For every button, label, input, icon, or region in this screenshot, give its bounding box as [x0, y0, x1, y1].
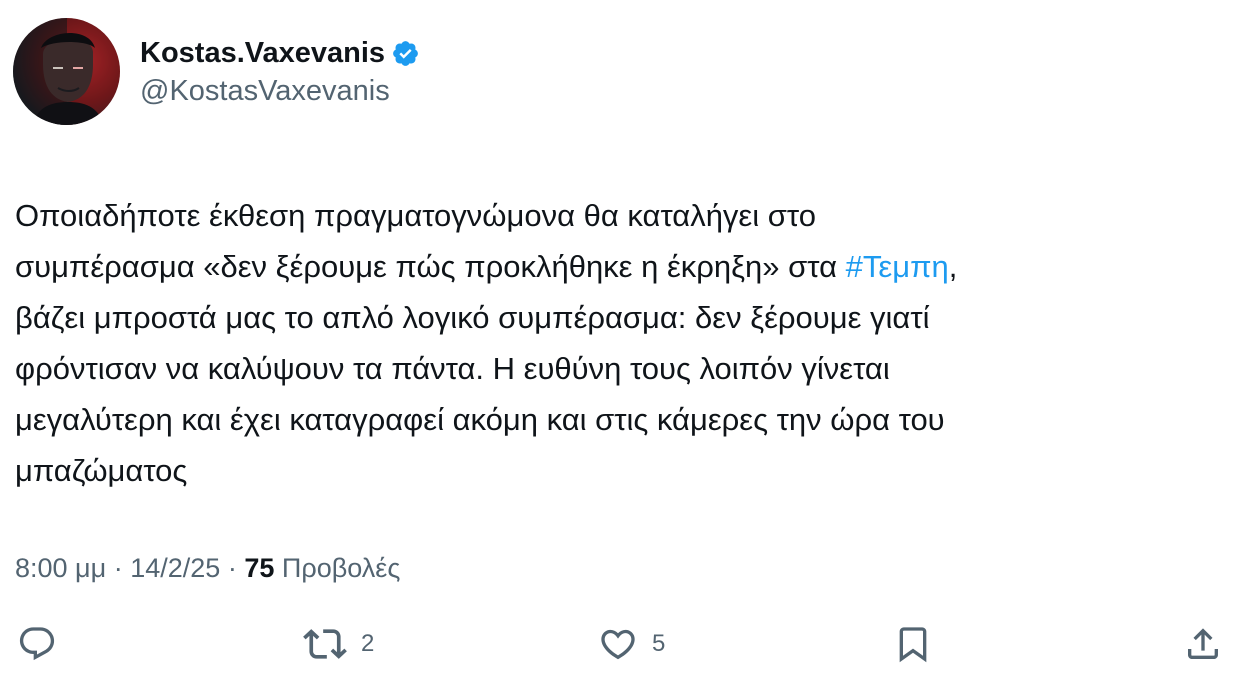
heart-icon — [601, 629, 635, 660]
tweet-line-text: συμπέρασμα «δεν ξέρουμε πώς προκλήθηκε η… — [15, 249, 846, 284]
reply-icon — [19, 627, 55, 661]
hashtag-link[interactable]: #Τεμπη — [846, 249, 949, 284]
tweet-meta: 8:00 μμ · 14/2/25 · 75 Προβολές — [15, 548, 400, 588]
hashtag-punctuation: , — [948, 249, 958, 284]
like-count: 5 — [652, 630, 666, 657]
retweet-count: 2 — [361, 630, 375, 657]
meta-separator: · — [113, 553, 123, 583]
display-name[interactable]: Kostas.Vaxevanis — [140, 37, 385, 70]
tweet-line: μεγαλύτερη και έχει καταγραφεί ακόμη και… — [15, 402, 945, 437]
tweet: Kostas.Vaxevanis @KostasVaxevanis Οποιαδ… — [0, 0, 1233, 698]
avatar-portrait — [13, 18, 120, 125]
tweet-line: Οποιαδήποτε έκθεση πραγματογνώμονα θα κα… — [15, 198, 816, 233]
tweet-date[interactable]: 14/2/25 — [130, 553, 220, 583]
tweet-line: φρόντισαν να καλύψουν τα πάντα. Η ευθύνη… — [15, 351, 890, 386]
handle[interactable]: @KostasVaxevanis — [140, 75, 390, 108]
bookmark-button[interactable] — [893, 618, 933, 670]
views-count: 75 — [244, 553, 275, 583]
views-label: Προβολές — [281, 553, 401, 583]
tweet-text: Οποιαδήποτε έκθεση πραγματογνώμονα θα κα… — [15, 190, 1215, 496]
tweet-line: μπαζώματος — [15, 453, 188, 488]
avatar[interactable] — [13, 18, 120, 125]
meta-separator: · — [227, 553, 237, 583]
share-icon — [1188, 628, 1218, 659]
retweet-icon — [303, 629, 347, 659]
action-bar: 2 5 — [0, 618, 1233, 670]
bookmark-icon — [899, 627, 927, 663]
display-name-row[interactable]: Kostas.Vaxevanis — [140, 33, 420, 73]
like-button[interactable]: 5 — [598, 618, 665, 670]
tweet-line: βάζει μπροστά μας το απλό λογικό συμπέρα… — [15, 300, 930, 335]
retweet-button[interactable]: 2 — [303, 618, 374, 670]
share-button[interactable] — [1183, 618, 1223, 670]
tweet-line-with-hashtag: συμπέρασμα «δεν ξέρουμε πώς προκλήθηκε η… — [15, 241, 1215, 292]
reply-button[interactable] — [17, 618, 57, 670]
verified-badge-icon — [391, 39, 420, 68]
tweet-time[interactable]: 8:00 μμ — [15, 553, 106, 583]
